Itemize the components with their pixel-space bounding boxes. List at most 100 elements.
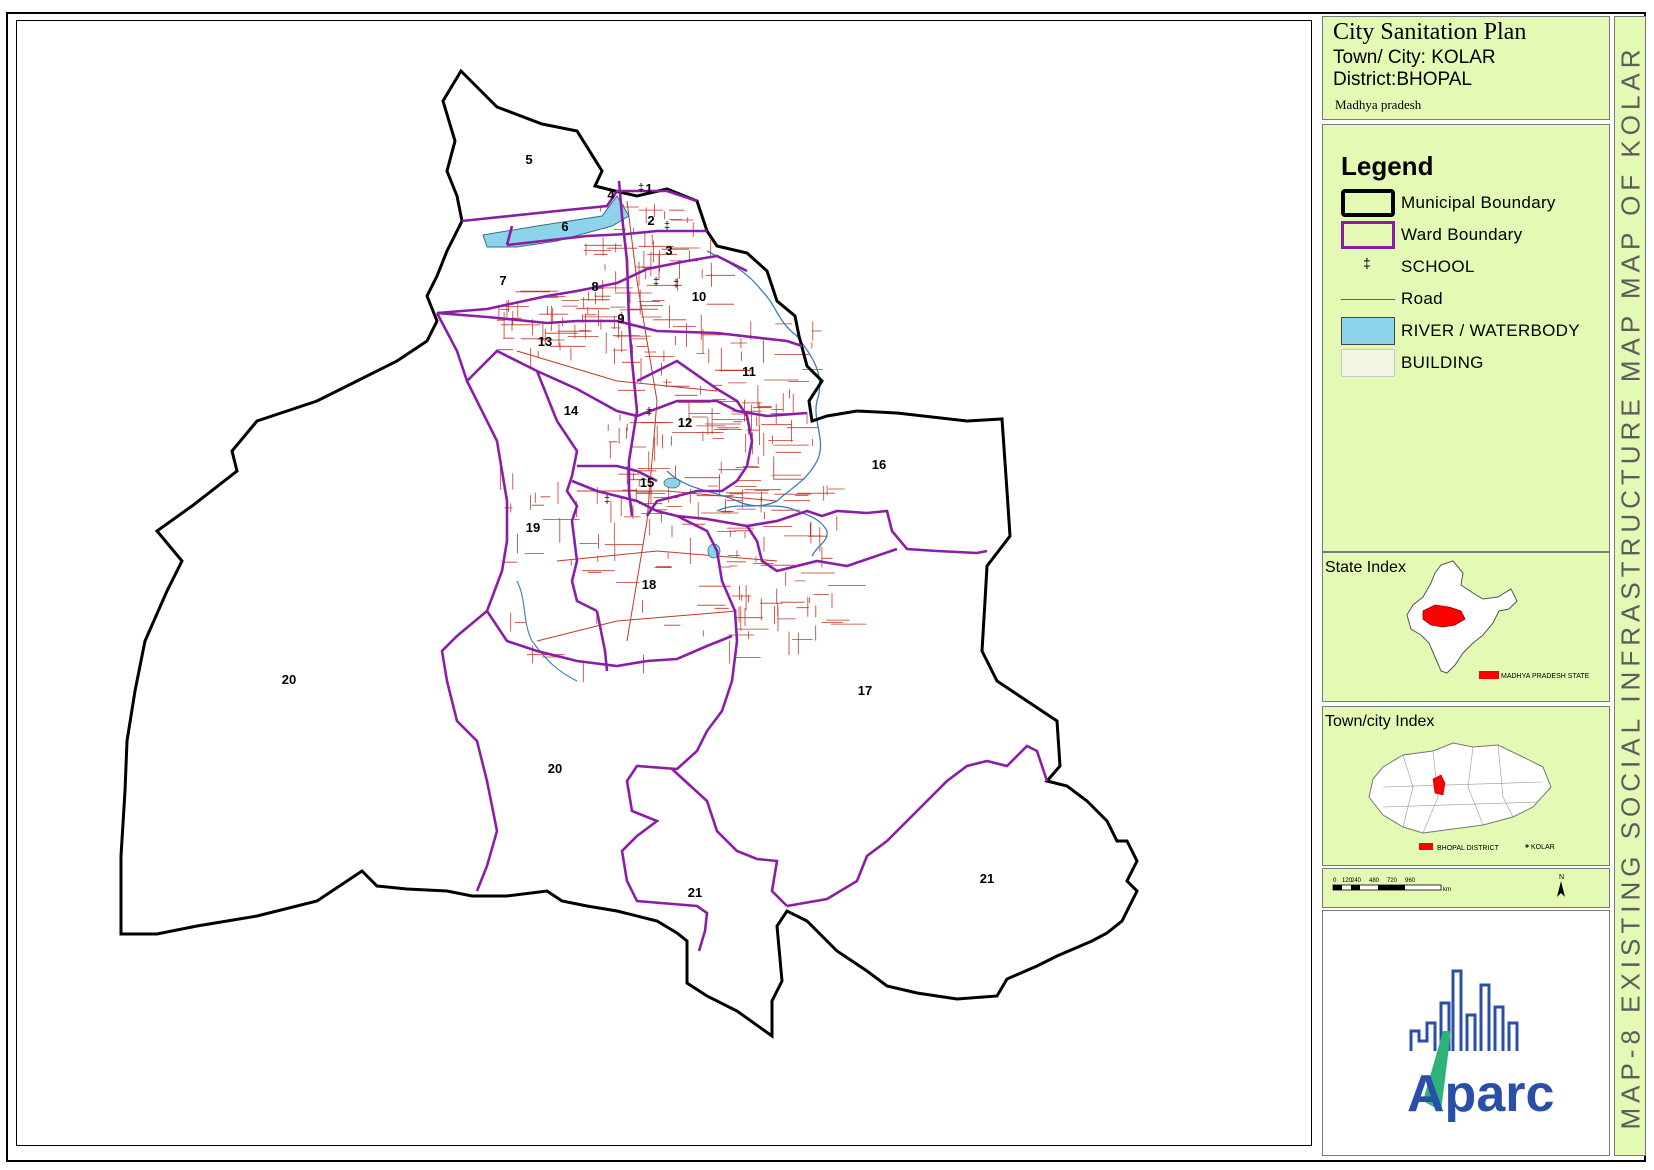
town-marker-icon [1525, 844, 1529, 848]
logo-text: Aparc [1407, 1065, 1554, 1123]
town-index-panel: Town/city Index BHOPAL DISTRICT KOLAR [1322, 706, 1610, 866]
district-outline [1368, 742, 1552, 834]
legend-label: Road [1401, 289, 1443, 308]
ward-number-label: 15 [640, 475, 654, 490]
school-icon [1341, 253, 1395, 281]
ward-number-label: 10 [692, 289, 706, 304]
legend-heading: Legend [1341, 151, 1434, 181]
ward-number-label: 11 [742, 364, 756, 379]
ward-line-o [595, 610, 609, 672]
title-panel: City Sanitation Plan Town/ City: KOLAR D… [1322, 16, 1610, 120]
legend-item-municipal-boundary: Municipal Boundary [1341, 189, 1606, 219]
ward-number-label: 4 [607, 187, 615, 202]
school-icon: ‡ [673, 278, 679, 290]
ward-number-label: 7 [499, 273, 506, 288]
river-channel [706, 250, 822, 512]
ward-number-label: 13 [538, 334, 552, 349]
ward-line-q [786, 744, 1049, 908]
ward-line-i [440, 380, 509, 892]
legend-item-river: RIVER / WATERBODY [1341, 317, 1606, 347]
side-title-panel: MAP-8 EXISTING SOCIAL INFRASTRUCTURE MAP… [1614, 16, 1646, 1156]
aparc-logo: Aparc [1407, 969, 1554, 1123]
ward-number-label: 9 [617, 311, 624, 326]
ward-number-label: 5 [525, 152, 532, 167]
scale-unit: km [1443, 887, 1451, 893]
district-legend-label: BHOPAL DISTRICT [1437, 845, 1500, 852]
scale-segment [1333, 885, 1342, 890]
ward-number-label: 21 [688, 885, 702, 900]
ward-number-label: 18 [642, 577, 656, 592]
municipal-boundary-swatch [1341, 189, 1395, 217]
ward-number-label: 16 [872, 457, 886, 472]
ward-line-n [485, 610, 733, 668]
ward-number-label: 8 [591, 279, 598, 294]
ward-number-label: 12 [678, 415, 692, 430]
ward-line-a [461, 189, 698, 223]
ward-number-label: 1 [645, 181, 652, 196]
ward-number-label: 3 [665, 243, 672, 258]
road-line [1341, 285, 1395, 313]
scale-tick-label: 720 [1387, 878, 1398, 884]
legend-item-school: SCHOOL [1341, 253, 1606, 283]
scale-segment [1351, 885, 1360, 890]
state-index-panel: State Index MADHYA PRADESH STATE [1322, 552, 1610, 702]
skyline-icon [1409, 969, 1519, 1051]
ward-number-label: 19 [526, 520, 540, 535]
north-arrow-icon [1557, 881, 1565, 897]
legend-item-building: BUILDING [1341, 349, 1606, 379]
building-swatch [1341, 349, 1395, 377]
legend-label: Municipal Boundary [1401, 193, 1556, 212]
town-label: Town/ City: KOLAR [1333, 47, 1496, 68]
ward-number-label: 6 [561, 219, 568, 234]
district-label: District:BHOPAL [1333, 69, 1473, 90]
north-label: N [1559, 874, 1564, 881]
river-channel-3 [516, 580, 578, 682]
school-icon: ‡ [646, 406, 652, 418]
india-map-icon: MADHYA PRADESH STATE [1406, 560, 1590, 680]
state-legend-swatch [1479, 671, 1499, 679]
river-swatch [1341, 317, 1395, 345]
ward-number-label: 20 [282, 672, 296, 687]
map-area[interactable]: ‡ ‡ ‡ ‡ ‡ ‡ 1 2 3 4 5 6 7 8 9 10 11 12 13 14 15 16 17 18 1… [16, 20, 1312, 1146]
logo-panel: Aparc [1322, 910, 1610, 1156]
scale-tick-label: 960 [1405, 878, 1416, 884]
scale-tick-label: 0 [1333, 878, 1337, 884]
road-segments [497, 203, 867, 683]
school-icon: ‡ [653, 276, 659, 288]
ward-boundaries [435, 180, 1049, 952]
school-icon: ‡ [638, 182, 644, 194]
scale-bar-panel: 0 120 240 480 720 960 km N [1322, 868, 1610, 908]
state-label: Madhya pradesh [1335, 97, 1422, 112]
scale-segment [1378, 885, 1405, 890]
scale-tick-label: 240 [1351, 878, 1362, 884]
ward-boundary-swatch [1341, 221, 1395, 249]
ward-number-label: 20 [548, 761, 562, 776]
scale-ticks: 0 120240 480 720 960 [1333, 878, 1416, 884]
district-map-icon: BHOPAL DISTRICT KOLAR [1368, 742, 1555, 852]
ward-line-m [620, 514, 739, 952]
ward-number-label: 21 [980, 871, 994, 886]
state-legend-label: MADHYA PRADESH STATE [1501, 673, 1590, 680]
waterbody-pond [663, 477, 681, 489]
plan-title: City Sanitation Plan [1333, 19, 1527, 45]
school-icon: ‡ [604, 494, 610, 506]
town-legend-label: KOLAR [1531, 844, 1555, 851]
legend-label: BUILDING [1401, 353, 1484, 372]
map-canvas[interactable]: ‡ ‡ ‡ ‡ ‡ ‡ 1234567 891011121314151617181… [17, 21, 1311, 1145]
map-title-vertical: MAP-8 EXISTING SOCIAL INFRASTRUCTURE MAP… [1615, 44, 1646, 1130]
road-network [497, 200, 867, 683]
legend-panel: Legend Municipal Boundary Ward Boundary … [1322, 124, 1610, 552]
legend-label: RIVER / WATERBODY [1401, 321, 1580, 340]
legend-item-road: Road [1341, 285, 1606, 315]
ward-labels: 1234567 891011121314151617181920202121 [282, 152, 994, 900]
scale-bar: 0 120240 480 720 960 km N [1332, 874, 1565, 897]
legend-label: Ward Boundary [1401, 225, 1523, 244]
legend-label: SCHOOL [1401, 257, 1475, 276]
ward-number-label: 17 [858, 683, 872, 698]
school-markers: ‡ ‡ ‡ ‡ ‡ ‡ [604, 182, 679, 506]
ward-number-label: 2 [647, 213, 654, 228]
scale-tick-label: 480 [1369, 878, 1380, 884]
school-icon: ‡ [664, 220, 670, 232]
ward-number-label: 14 [564, 403, 579, 418]
district-legend-swatch [1419, 843, 1433, 850]
